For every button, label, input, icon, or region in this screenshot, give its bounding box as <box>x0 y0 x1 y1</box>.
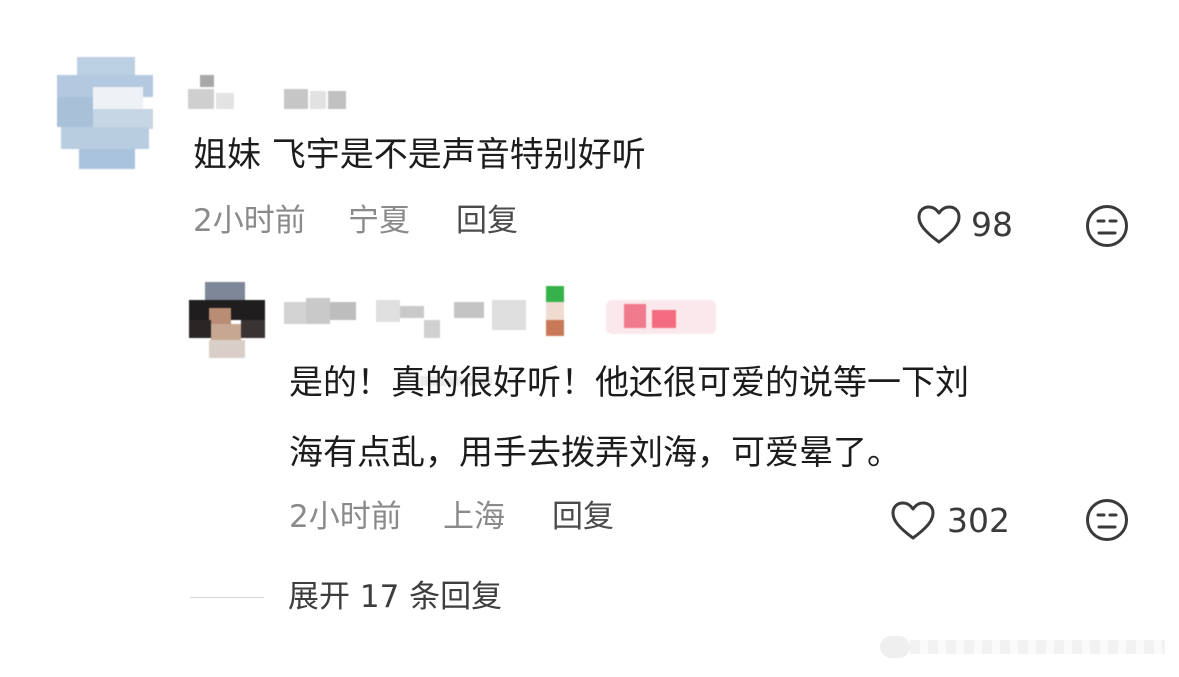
like-count: 302 <box>947 501 1010 540</box>
username[interactable] <box>188 75 358 111</box>
expand-replies-label[interactable]: 展开 17 条回复 <box>288 582 502 613</box>
avatar[interactable] <box>189 282 265 358</box>
expand-replies[interactable]: 展开 17 条回复 <box>190 578 570 622</box>
heart-outline-icon[interactable] <box>890 500 936 542</box>
comment-time: 2小时前 <box>193 203 306 239</box>
meh-face-icon[interactable] <box>1084 203 1130 249</box>
reply-location: 上海 <box>443 499 505 535</box>
reply-time: 2小时前 <box>289 499 402 535</box>
reply-comment: 是的！真的很好听！他还很可爱的说等一下刘 海有点乱，用手去拨弄刘海，可爱晕了。 … <box>0 260 1179 560</box>
watermark <box>880 632 1170 662</box>
reply-button[interactable]: 回复 <box>456 206 518 237</box>
comment: 姐妹 飞宇是不是声音特别好听 2小时前 宁夏 回复 98 <box>0 0 1179 260</box>
divider <box>190 597 264 598</box>
avatar[interactable] <box>57 57 153 169</box>
reply-text-line-1: 是的！真的很好听！他还很可爱的说等一下刘 <box>289 363 969 403</box>
like-count: 98 <box>971 205 1013 244</box>
meh-face-icon[interactable] <box>1084 497 1130 543</box>
reply-button[interactable]: 回复 <box>552 502 614 533</box>
comment-text: 姐妹 飞宇是不是声音特别好听 <box>193 135 646 175</box>
heart-outline-icon[interactable] <box>916 204 962 246</box>
comment-location: 宁夏 <box>348 203 410 239</box>
reply-text-line-2: 海有点乱，用手去拨弄刘海，可爱晕了。 <box>289 433 901 473</box>
